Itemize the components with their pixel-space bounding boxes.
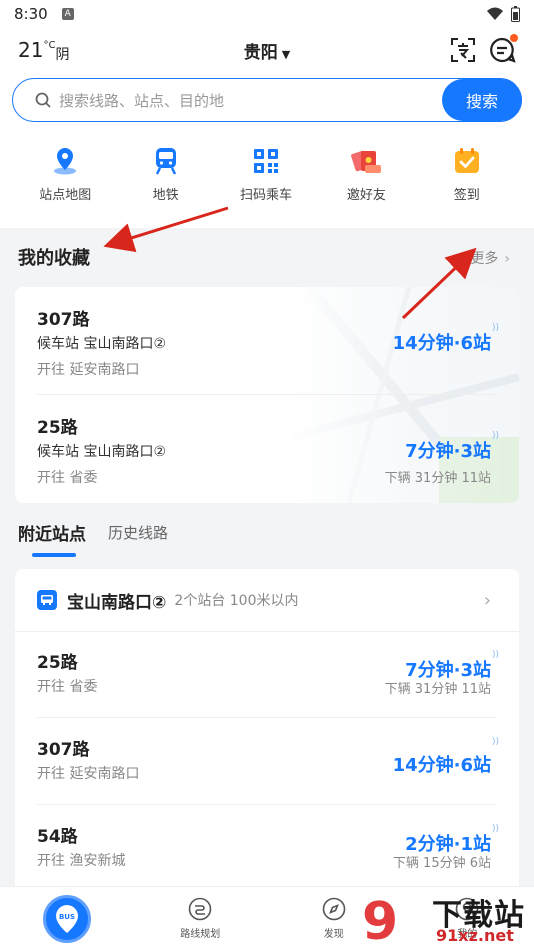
- arrival-eta: 14分钟·6站: [392, 333, 491, 354]
- route-direction: 开往 省委: [37, 679, 98, 695]
- tab-nearby-stations[interactable]: 附近站点: [18, 520, 86, 557]
- favorite-item[interactable]: 307路 候车站 宝山南路口② 开往 延安南路口 )) 14分钟·6站: [15, 287, 519, 395]
- next-bus-info: 下辆 31分钟 11站: [384, 682, 491, 697]
- favorites-card: 307路 候车站 宝山南路口② 开往 延安南路口 )) 14分钟·6站 25路 …: [15, 287, 519, 503]
- realtime-signal-icon: )): [491, 323, 499, 333]
- site-watermark: 9 下载站 91xz.net: [362, 888, 534, 950]
- realtime-signal-icon: )): [491, 824, 499, 834]
- realtime-signal-icon: )): [491, 650, 499, 660]
- message-icon[interactable]: [488, 34, 518, 64]
- favorite-item[interactable]: 25路 候车站 宝山南路口② 开往 省委 )) 7分钟·3站 下辆 31分钟 1…: [15, 395, 519, 503]
- search-bar[interactable]: 搜索线路、站点、目的地 搜索: [12, 78, 522, 122]
- tab-home[interactable]: BUS: [0, 887, 134, 950]
- nearby-route-row[interactable]: 54路 开往 渔安新城 )) 2分钟·1站 下辆 15分钟 6站: [15, 806, 519, 892]
- quick-metro[interactable]: 地铁: [115, 146, 215, 203]
- app-header: 21 °C 阴 贵阳 ▼ 搜索线路、站点、目的地 搜索 站点地图 地铁 扫码乘车…: [0, 28, 534, 228]
- search-button[interactable]: 搜索: [442, 79, 522, 121]
- compass-icon: [322, 897, 346, 921]
- next-bus-info: 下辆 31分钟 11站: [384, 471, 491, 486]
- quick-label: 地铁: [152, 188, 179, 203]
- route-name: 307路: [37, 740, 90, 760]
- quick-label: 扫码乘车: [239, 188, 292, 203]
- favorites-more-link[interactable]: 更多 ›: [470, 248, 510, 268]
- route-direction: 开往 渔安新城: [37, 853, 126, 869]
- bus-home-icon: BUS: [42, 894, 91, 943]
- quick-label: 签到: [453, 188, 480, 203]
- route-direction: 开往 省委: [37, 470, 98, 486]
- tab-label: 发现: [323, 929, 344, 940]
- quick-checkin[interactable]: 签到: [417, 146, 517, 203]
- chevron-right-icon: ›: [504, 251, 510, 267]
- wifi-icon: [487, 7, 503, 20]
- search-icon: [35, 92, 51, 108]
- nearby-route-row[interactable]: 25路 开往 省委 )) 7分钟·3站 下辆 31分钟 11站: [15, 632, 519, 718]
- arrival-eta: 7分钟·3站: [405, 441, 491, 462]
- notification-icon: A: [61, 8, 74, 20]
- watermark-domain: 91xz.net: [436, 926, 514, 945]
- status-bar: 8:30 A: [0, 0, 534, 28]
- bus-stop-icon: [37, 590, 57, 610]
- route-direction: 开往 延安南路口: [37, 766, 140, 782]
- chevron-down-icon: ▼: [281, 48, 291, 61]
- route-name: 25路: [37, 653, 78, 673]
- tab-history-routes[interactable]: 历史线路: [108, 522, 168, 555]
- tab-label: 路线规划: [180, 929, 221, 940]
- unread-dot: [510, 34, 518, 42]
- qr-code-icon: [251, 146, 281, 176]
- search-input[interactable]: 搜索线路、站点、目的地: [59, 90, 442, 111]
- waiting-stop: 候车站 宝山南路口②: [37, 444, 167, 460]
- translate-scan-icon[interactable]: [449, 36, 477, 64]
- divider: [37, 717, 497, 718]
- quick-scan-ride[interactable]: 扫码乘车: [216, 146, 316, 203]
- watermark-logo-icon: 9: [362, 892, 399, 950]
- battery-icon: [511, 6, 520, 22]
- status-right: [487, 6, 520, 22]
- metro-icon: [151, 146, 181, 176]
- favorites-title: 我的收藏: [18, 248, 90, 269]
- city-name: 贵阳: [243, 43, 278, 63]
- divider: [37, 804, 497, 805]
- home-badge-text: BUS: [59, 913, 75, 921]
- nearby-card: 宝山南路口② 2个站台 100米以内 › 25路 开往 省委 )) 7分钟·3站…: [15, 569, 519, 899]
- nearby-route-row[interactable]: 307路 开往 延安南路口 )) 14分钟·6站: [15, 719, 519, 805]
- map-pin-icon: [50, 146, 80, 176]
- red-envelope-icon: [351, 146, 382, 176]
- stop-header[interactable]: 宝山南路口② 2个站台 100米以内 ›: [15, 569, 519, 632]
- arrival-eta: 14分钟·6站: [392, 755, 491, 776]
- quick-label: 邀好友: [346, 188, 386, 203]
- realtime-signal-icon: )): [491, 737, 499, 747]
- quick-invite[interactable]: 邀好友: [316, 146, 416, 203]
- quick-station-map[interactable]: 站点地图: [15, 146, 115, 203]
- more-label: 更多: [470, 251, 499, 267]
- quick-label: 站点地图: [39, 188, 92, 203]
- quick-actions: 站点地图 地铁 扫码乘车 邀好友 签到: [0, 146, 534, 203]
- route-plan-icon: [188, 897, 212, 921]
- route-name: 307路: [37, 310, 90, 330]
- tab-route-plan[interactable]: 路线规划: [134, 887, 268, 950]
- realtime-signal-icon: )): [491, 431, 499, 441]
- stop-info: 2个站台 100米以内: [174, 593, 299, 609]
- waiting-stop: 候车站 宝山南路口②: [37, 336, 167, 352]
- chevron-right-icon: ›: [483, 589, 491, 611]
- route-name: 25路: [37, 418, 78, 438]
- checkin-icon: [452, 146, 482, 176]
- route-direction: 开往 延安南路口: [37, 362, 140, 378]
- station-tabs: 附近站点 历史线路: [18, 520, 190, 557]
- stop-name: 宝山南路口②: [67, 592, 167, 613]
- route-name: 54路: [37, 827, 78, 847]
- next-bus-info: 下辆 15分钟 6站: [392, 856, 491, 871]
- status-time: 8:30: [14, 5, 48, 23]
